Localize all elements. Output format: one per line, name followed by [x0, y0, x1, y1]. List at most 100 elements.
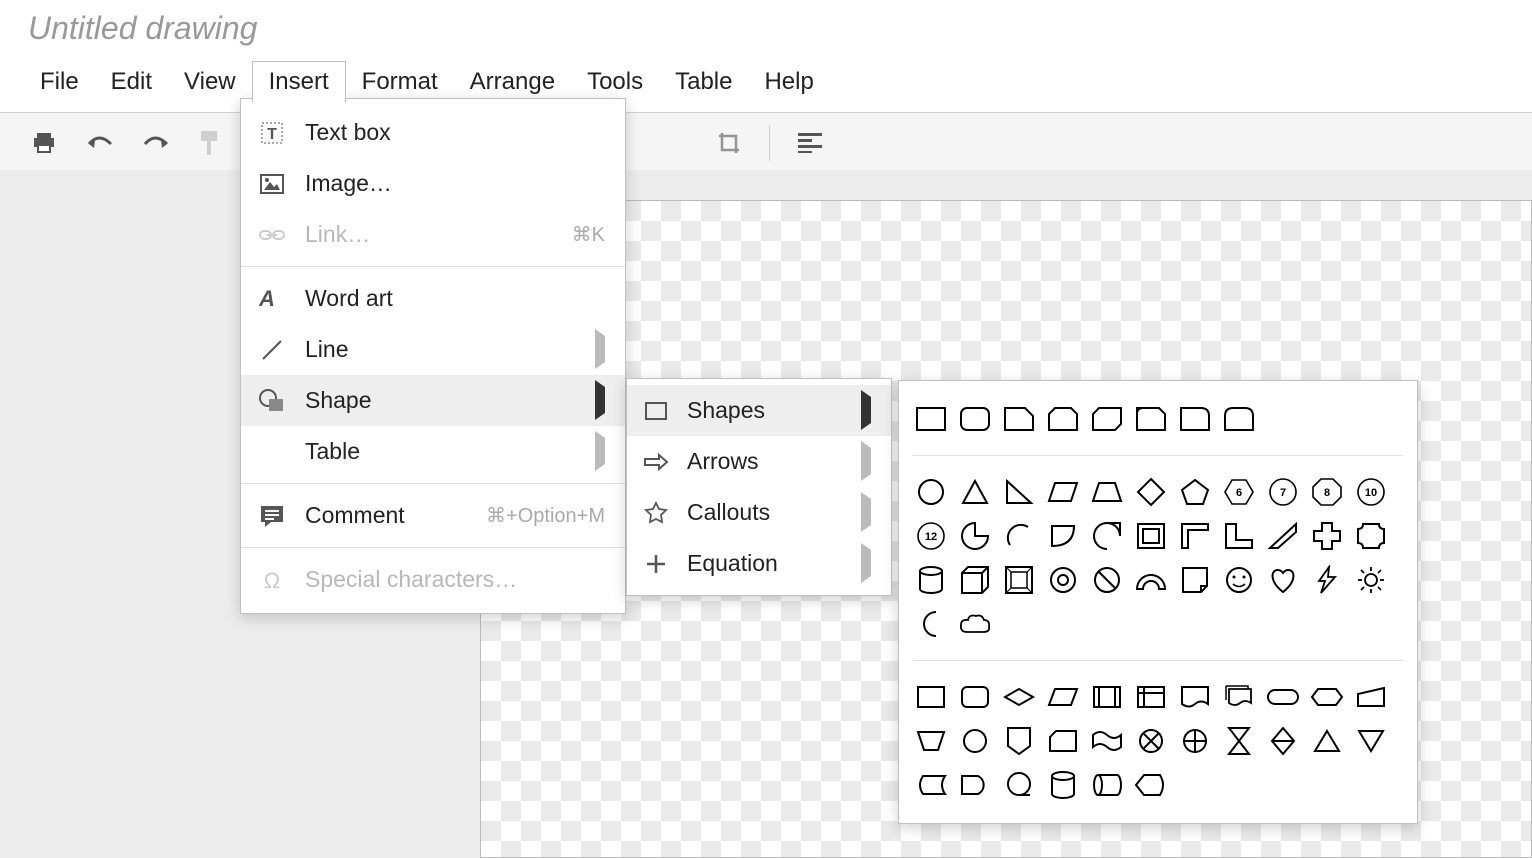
- document-title[interactable]: Untitled drawing: [28, 10, 1504, 47]
- menu-insert[interactable]: Insert: [252, 61, 346, 102]
- shape-flow-collate[interactable]: [1221, 723, 1257, 759]
- shape-flow-tape[interactable]: [1089, 723, 1125, 759]
- shape-diamond[interactable]: [1133, 474, 1169, 510]
- shape-flow-extract[interactable]: [1309, 723, 1345, 759]
- shape-cube[interactable]: [957, 562, 993, 598]
- shape-flow-data[interactable]: [1045, 679, 1081, 715]
- shape-dodecagon[interactable]: 12: [913, 518, 949, 554]
- menu-edit[interactable]: Edit: [95, 62, 168, 102]
- menu-arrange[interactable]: Arrange: [454, 62, 571, 102]
- shape-flow-process[interactable]: [913, 679, 949, 715]
- shape-block-arc[interactable]: [1133, 562, 1169, 598]
- undo-icon[interactable]: [86, 129, 114, 157]
- shape-flow-or[interactable]: [1177, 723, 1213, 759]
- submenu-arrows-item[interactable]: Arrows: [627, 436, 891, 487]
- shape-trapezoid[interactable]: [1089, 474, 1125, 510]
- svg-text:7: 7: [1280, 487, 1286, 499]
- shape-oval[interactable]: [913, 474, 949, 510]
- shape-decagon[interactable]: 10: [1353, 474, 1389, 510]
- shape-snip-same-side[interactable]: [1045, 401, 1081, 437]
- shape-flow-merge[interactable]: [1353, 723, 1389, 759]
- shape-frame[interactable]: [1133, 518, 1169, 554]
- shape-cross[interactable]: [1309, 518, 1345, 554]
- shape-flow-sort[interactable]: [1265, 723, 1301, 759]
- insert-comment-item[interactable]: Comment ⌘+Option+M: [241, 490, 625, 541]
- shape-heptagon[interactable]: 7: [1265, 474, 1301, 510]
- shape-flow-magnetic-disk[interactable]: [1045, 767, 1081, 803]
- shape-smiley[interactable]: [1221, 562, 1257, 598]
- submenu-shapes-item[interactable]: Shapes: [627, 385, 891, 436]
- shape-teardrop[interactable]: [1089, 518, 1125, 554]
- shape-flow-manual-input[interactable]: [1353, 679, 1389, 715]
- shape-can[interactable]: [913, 562, 949, 598]
- insert-image-item[interactable]: Image…: [241, 158, 625, 209]
- shape-hexagon[interactable]: 6: [1221, 474, 1257, 510]
- shape-flow-internal-storage[interactable]: [1133, 679, 1169, 715]
- shape-moon[interactable]: [913, 606, 949, 642]
- shape-flow-summing[interactable]: [1133, 723, 1169, 759]
- shape-folded-corner[interactable]: [1177, 562, 1213, 598]
- shape-flow-alt-process[interactable]: [957, 679, 993, 715]
- menu-tools[interactable]: Tools: [571, 62, 659, 102]
- shape-round-same-side[interactable]: [1221, 401, 1257, 437]
- insert-table-item[interactable]: Table: [241, 426, 625, 477]
- insert-textbox-item[interactable]: T Text box: [241, 107, 625, 158]
- menu-table[interactable]: Table: [659, 62, 748, 102]
- shape-bevel[interactable]: [1001, 562, 1037, 598]
- shape-flow-multidocument[interactable]: [1221, 679, 1257, 715]
- shape-flow-document[interactable]: [1177, 679, 1213, 715]
- shape-flow-predefined[interactable]: [1089, 679, 1125, 715]
- shape-flow-display[interactable]: [1133, 767, 1169, 803]
- shape-round-rectangle[interactable]: [957, 401, 993, 437]
- shape-flow-manual-operation[interactable]: [913, 723, 949, 759]
- shape-lightning[interactable]: [1309, 562, 1345, 598]
- shape-snip-diagonal[interactable]: [1089, 401, 1125, 437]
- insert-wordart-item[interactable]: A Word art: [241, 273, 625, 324]
- submenu-equation-item[interactable]: Equation: [627, 538, 891, 589]
- submenu-callouts-item[interactable]: Callouts: [627, 487, 891, 538]
- shape-pentagon[interactable]: [1177, 474, 1213, 510]
- shape-flow-preparation[interactable]: [1309, 679, 1345, 715]
- shape-flow-decision[interactable]: [1001, 679, 1037, 715]
- menu-file[interactable]: File: [24, 62, 95, 102]
- shape-snip-single[interactable]: [1001, 401, 1037, 437]
- shape-heart[interactable]: [1265, 562, 1301, 598]
- shape-flow-card[interactable]: [1045, 723, 1081, 759]
- shape-flow-seq-access[interactable]: [1001, 767, 1037, 803]
- shape-pie[interactable]: [957, 518, 993, 554]
- shape-plaque[interactable]: [1353, 518, 1389, 554]
- insert-line-item[interactable]: Line: [241, 324, 625, 375]
- shape-diagonal-stripe[interactable]: [1265, 518, 1301, 554]
- paint-format-icon[interactable]: [198, 129, 226, 157]
- redo-icon[interactable]: [142, 129, 170, 157]
- menu-view[interactable]: View: [168, 62, 252, 102]
- menu-label: Arrows: [687, 448, 759, 475]
- shape-flow-direct-access[interactable]: [1089, 767, 1125, 803]
- shape-flow-delay[interactable]: [957, 767, 993, 803]
- shape-half-frame[interactable]: [1177, 518, 1213, 554]
- shape-right-triangle[interactable]: [1001, 474, 1037, 510]
- align-left-icon[interactable]: [796, 129, 824, 157]
- shape-snip-round[interactable]: [1133, 401, 1169, 437]
- print-icon[interactable]: [30, 129, 58, 157]
- menu-format[interactable]: Format: [346, 62, 454, 102]
- menu-help[interactable]: Help: [748, 62, 829, 102]
- shape-donut[interactable]: [1045, 562, 1081, 598]
- shape-no-symbol[interactable]: [1089, 562, 1125, 598]
- shape-rectangle[interactable]: [913, 401, 949, 437]
- shape-round-single[interactable]: [1177, 401, 1213, 437]
- shape-cloud[interactable]: [957, 606, 993, 642]
- shape-l-shape[interactable]: [1221, 518, 1257, 554]
- shape-triangle[interactable]: [957, 474, 993, 510]
- shape-octagon[interactable]: 8: [1309, 474, 1345, 510]
- shape-flow-offpage[interactable]: [1001, 723, 1037, 759]
- shape-flow-terminator[interactable]: [1265, 679, 1301, 715]
- shape-chord[interactable]: [1045, 518, 1081, 554]
- shape-sun[interactable]: [1353, 562, 1389, 598]
- shape-flow-stored-data[interactable]: [913, 767, 949, 803]
- crop-icon[interactable]: [715, 129, 743, 157]
- shape-parallelogram[interactable]: [1045, 474, 1081, 510]
- shape-flow-connector[interactable]: [957, 723, 993, 759]
- insert-shape-item[interactable]: Shape: [241, 375, 625, 426]
- shape-arc[interactable]: [1001, 518, 1037, 554]
